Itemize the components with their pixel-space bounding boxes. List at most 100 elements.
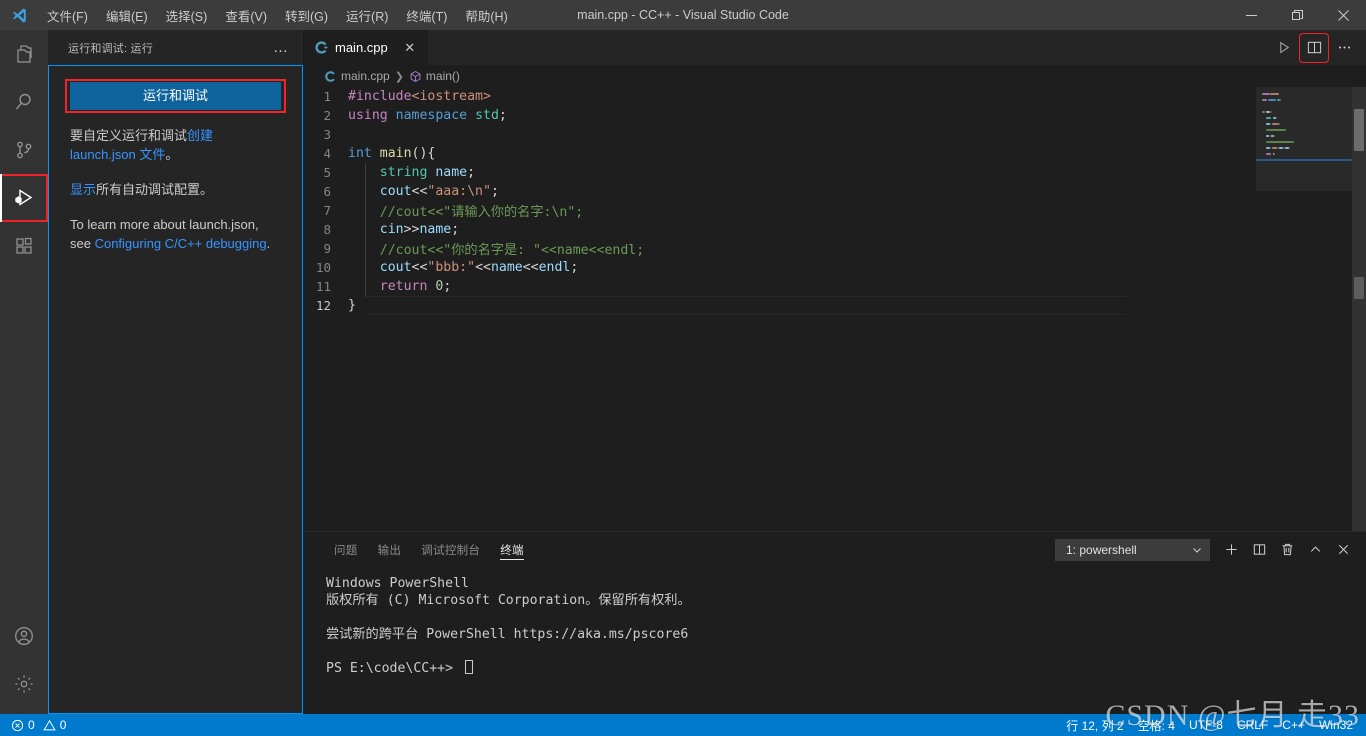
editor-scrollbar-track[interactable] <box>1352 87 1366 531</box>
menu-selection[interactable]: 选择(S) <box>157 0 217 30</box>
minimap-line <box>1262 111 1265 113</box>
code-line[interactable]: 2 using namespace std; <box>304 106 1256 125</box>
minimap-line <box>1262 93 1270 95</box>
configuring-cpp-debugging-link[interactable]: Configuring C/C++ debugging <box>95 236 267 251</box>
error-icon <box>11 719 24 732</box>
run-and-debug-view: 运行和调试 要自定义运行和调试创建 launch.json 文件。 显示所有自动… <box>48 65 303 714</box>
customize-launch-suffix: 。 <box>165 147 179 162</box>
code-token: ; <box>490 184 499 199</box>
show-link[interactable]: 显示 <box>70 182 96 197</box>
kill-terminal-button[interactable] <box>1274 537 1300 563</box>
maximize-panel-button[interactable] <box>1302 537 1328 563</box>
status-language-mode[interactable]: C++ <box>1275 714 1312 736</box>
editor-tab-main-cpp[interactable]: main.cpp ✕ <box>304 30 429 65</box>
code-line[interactable]: 1 #include<iostream> <box>304 87 1256 106</box>
sidebar-title: 运行和调试: 运行 <box>68 42 153 55</box>
activity-settings[interactable] <box>0 660 48 708</box>
minimize-icon[interactable] <box>1228 0 1274 30</box>
menu-terminal[interactable]: 终端(T) <box>397 0 456 30</box>
activity-source-control[interactable] <box>0 126 48 174</box>
editor-scrollbar-thumb[interactable] <box>1354 109 1364 151</box>
code-token: cin <box>379 222 404 237</box>
activity-bar <box>0 30 48 714</box>
code-token: "bbb:" <box>427 260 476 275</box>
code-token: << <box>411 260 428 275</box>
minimap-line <box>1267 99 1277 101</box>
line-number: 6 <box>323 184 331 199</box>
breadcrumb-symbol-label: main() <box>425 69 460 83</box>
minimap-line <box>1288 147 1290 149</box>
panel-tab-debug-console[interactable]: 调试控制台 <box>411 532 490 567</box>
code-line[interactable]: 8 cin>>name; <box>304 220 1256 239</box>
terminal-line: 版权所有 (C) Microsoft Corporation。保留所有权利。 <box>326 593 691 608</box>
line-number: 4 <box>323 146 331 161</box>
sidebar-more-actions-button[interactable]: … <box>267 39 295 56</box>
menu-help[interactable]: 帮助(H) <box>456 0 516 30</box>
breadcrumb-item-file[interactable]: main.cpp <box>324 69 390 83</box>
activity-explorer[interactable] <box>0 30 48 78</box>
activity-search[interactable] <box>0 78 48 126</box>
minimap[interactable] <box>1256 87 1366 531</box>
menu-run[interactable]: 运行(R) <box>337 0 397 30</box>
code-editor[interactable]: 1 #include<iostream> 2 using namespace std;… <box>304 87 1366 531</box>
sidebar: 运行和调试: 运行 … 运行和调试 要自定义运行和调试创建 launch.jso… <box>48 30 304 714</box>
status-platform[interactable]: Win32 <box>1312 714 1360 736</box>
code-token: return <box>379 279 428 294</box>
code-token: endl <box>538 260 571 275</box>
panel-actions: 1: powershell <box>1055 532 1366 567</box>
panel-tab-problems[interactable]: 问题 <box>324 532 368 567</box>
code-line[interactable]: 10 cout<<"bbb:"<<name<<endl; <box>304 258 1256 277</box>
code-line[interactable]: 7 //cout<<"请输入你的名字:\n"; <box>304 201 1256 220</box>
panel-tab-terminal[interactable]: 终端 <box>490 532 534 567</box>
terminal-output[interactable]: Windows PowerShell 版权所有 (C) Microsoft Cor… <box>304 567 1366 714</box>
close-icon[interactable] <box>1320 0 1366 30</box>
terminal-cursor <box>464 660 473 674</box>
code-line[interactable]: 12} <box>304 296 1256 315</box>
status-cursor-position[interactable]: 行 12, 列 2 <box>1059 714 1130 736</box>
restore-icon[interactable] <box>1274 0 1320 30</box>
terminal-select-dropdown[interactable]: 1: powershell <box>1055 538 1210 561</box>
breadcrumb-item-symbol[interactable]: main() <box>409 69 460 83</box>
panel-tab-output[interactable]: 输出 <box>368 532 412 567</box>
status-indentation[interactable]: 空格: 4 <box>1131 714 1182 736</box>
minimap-line <box>1269 93 1280 95</box>
minimap-line <box>1265 117 1272 119</box>
close-icon[interactable]: ✕ <box>402 40 418 56</box>
code-token: << <box>522 260 539 275</box>
run-and-debug-button[interactable]: 运行和调试 <box>70 82 281 110</box>
code-token: << <box>411 184 428 199</box>
code-line[interactable]: 9 //cout<<"你的名字是: "<<name<<endl; <box>304 239 1256 258</box>
activity-account[interactable] <box>0 612 48 660</box>
split-terminal-button[interactable] <box>1246 537 1272 563</box>
menu-go[interactable]: 转到(G) <box>276 0 337 30</box>
menu-edit[interactable]: 编辑(E) <box>97 0 157 30</box>
chevron-down-icon <box>1191 544 1203 556</box>
code-line[interactable]: 11 return 0; <box>304 277 1256 296</box>
code-line[interactable]: 6 cout<<"aaa:\n"; <box>304 182 1256 201</box>
bottom-panel: 问题 输出 调试控制台 终端 1: powershell Windows Pow… <box>304 531 1366 714</box>
run-code-button[interactable] <box>1270 34 1298 62</box>
activity-run-and-debug[interactable] <box>0 174 48 222</box>
editor-scrollbar-thumb-secondary[interactable] <box>1354 277 1364 299</box>
error-count: 0 <box>28 718 35 732</box>
code-line[interactable]: 3 <box>304 125 1256 144</box>
code-lines-container[interactable]: 1 #include<iostream> 2 using namespace std;… <box>304 87 1256 531</box>
menu-view[interactable]: 查看(V) <box>216 0 276 30</box>
breadcrumb-file-label: main.cpp <box>341 69 390 83</box>
menu-file[interactable]: 文件(F) <box>38 0 97 30</box>
code-line[interactable]: 4 int main(){ <box>304 144 1256 163</box>
split-editor-button[interactable] <box>1299 32 1329 63</box>
code-line[interactable]: 5 string name; <box>304 163 1256 182</box>
code-token: string <box>379 165 428 180</box>
status-encoding[interactable]: UTF-8 <box>1182 714 1230 736</box>
code-text: using namespace std; <box>348 108 507 123</box>
more-actions-button[interactable] <box>1330 34 1358 62</box>
status-problems[interactable]: 0 0 <box>4 714 73 736</box>
minimap-line <box>1271 123 1280 125</box>
status-eol[interactable]: CRLF <box>1230 714 1275 736</box>
close-panel-button[interactable] <box>1330 537 1356 563</box>
activity-extensions[interactable] <box>0 222 48 270</box>
new-terminal-button[interactable] <box>1218 537 1244 563</box>
